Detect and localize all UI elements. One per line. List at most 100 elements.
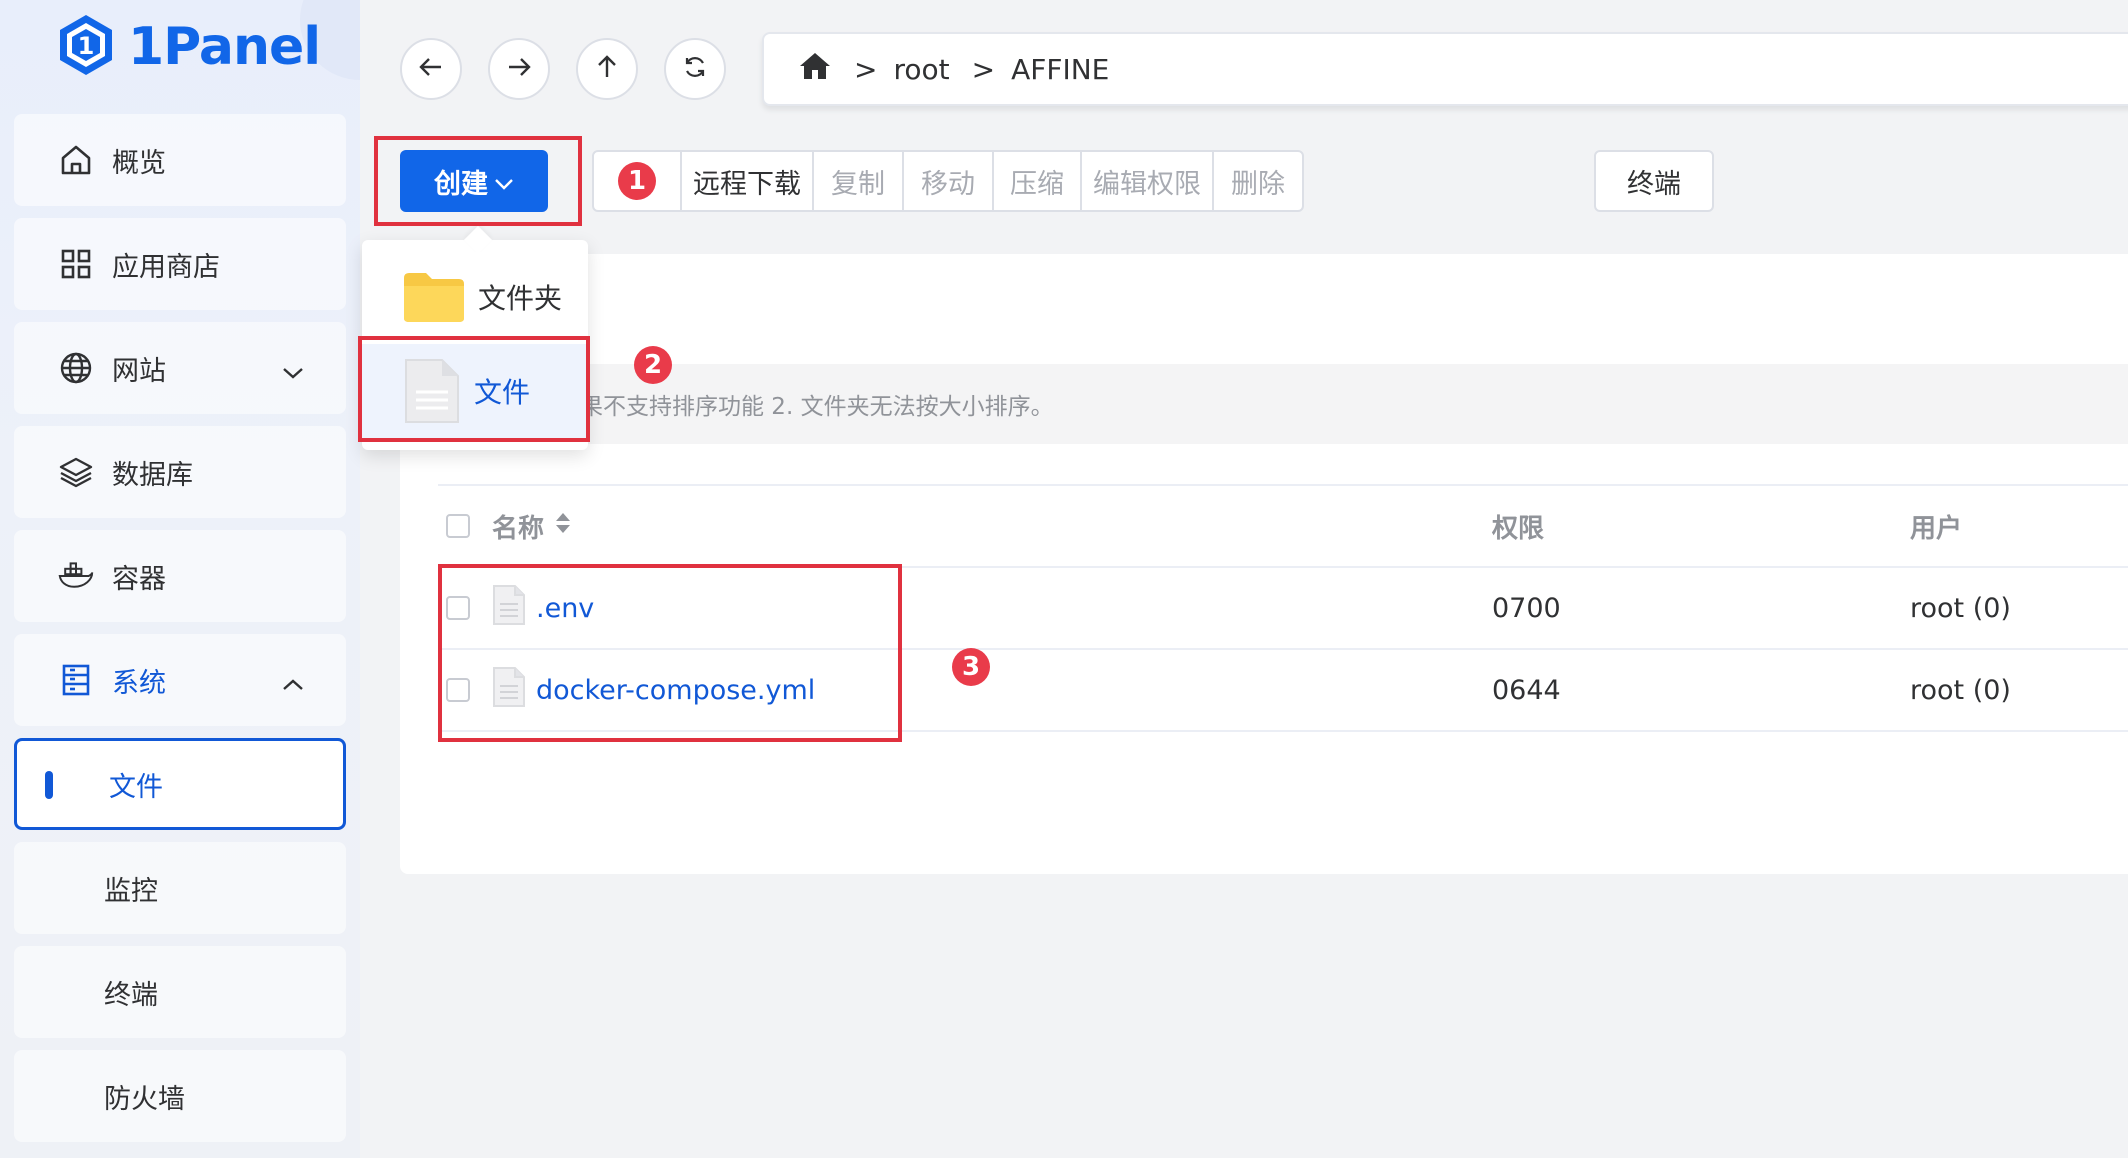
user-cell: root (0) [1910, 650, 2011, 730]
sidebar-item-system[interactable]: 系统 [14, 634, 346, 726]
permission-value: 0644 [1492, 674, 1561, 706]
sidebar-item-label: 防火墙 [104, 1083, 185, 1115]
sidebar-item-firewall[interactable]: 防火墙 [14, 1050, 346, 1142]
edit-permission-button[interactable]: 编辑权限 [1082, 152, 1214, 210]
sidebar-item-label: 网站 [112, 355, 166, 387]
sidebar-item-terminal[interactable]: 终端 [14, 946, 346, 1038]
annotation-badge: 1 [618, 162, 656, 200]
sidebar-item-files[interactable]: 文件 [14, 738, 346, 830]
sidebar-item-label: 容器 [112, 563, 166, 595]
row-checkbox-cell[interactable] [446, 568, 470, 648]
folder-icon [402, 270, 466, 324]
svg-text:1: 1 [78, 32, 95, 60]
terminal-button[interactable]: 终端 [1594, 150, 1714, 212]
create-file-label: 文件 [474, 376, 531, 409]
logo-icon: 1 [56, 13, 116, 81]
table-header: 名称 权限 用户 [438, 484, 2128, 568]
file-name-cell[interactable]: .env [492, 568, 594, 648]
sidebar-item-label: 应用商店 [112, 251, 220, 283]
file-icon [402, 356, 462, 426]
arrow-right-icon [506, 56, 532, 82]
toolbar-button-group: 传 远程下载 复制 移动 压缩 编辑权限 删除 [592, 150, 1304, 212]
arrow-up-icon [596, 54, 618, 84]
logo-text: 1Panel [128, 17, 321, 77]
notice-text: 索结果不支持排序功能 2. 文件夹无法按大小排序。 [534, 394, 1054, 420]
checkbox[interactable] [446, 678, 470, 702]
up-button[interactable] [576, 38, 638, 100]
back-button[interactable] [400, 38, 462, 100]
copy-button[interactable]: 复制 [814, 152, 904, 210]
edit-permission-label: 编辑权限 [1093, 168, 1201, 200]
compress-button[interactable]: 压缩 [994, 152, 1082, 210]
layers-icon [58, 454, 94, 490]
column-user-label: 用户 [1910, 513, 1963, 544]
column-user-header: 用户 [1910, 486, 1962, 566]
user-cell: root (0) [1910, 568, 2011, 648]
active-indicator [45, 771, 53, 799]
sidebar-item-label: 系统 [112, 667, 166, 699]
sidebar-item-overview[interactable]: 概览 [14, 114, 346, 206]
logo[interactable]: 1 1Panel [56, 12, 321, 82]
annotation-badge: 2 [634, 346, 672, 384]
create-button[interactable]: 创建 [400, 150, 548, 212]
table-row[interactable]: docker-compose.yml 0644 root (0) [438, 650, 2128, 732]
delete-label: 删除 [1231, 168, 1285, 200]
remote-download-label: 远程下载 [693, 168, 801, 200]
forward-button[interactable] [488, 38, 550, 100]
sidebar-item-label: 监控 [104, 875, 158, 907]
home-icon [58, 142, 94, 178]
create-file-item[interactable]: 文件 [362, 344, 588, 438]
file-name-link[interactable]: docker-compose.yml [536, 675, 815, 706]
refresh-button[interactable] [664, 38, 726, 100]
grid-icon [58, 246, 94, 282]
terminal-label: 终端 [1627, 168, 1681, 200]
table-row[interactable]: .env 0700 root (0) [438, 568, 2128, 650]
remote-download-button[interactable]: 远程下载 [682, 152, 814, 210]
user-value: root (0) [1910, 592, 2011, 624]
delete-button[interactable]: 删除 [1214, 152, 1302, 210]
sidebar-item-container[interactable]: 容器 [14, 530, 346, 622]
create-folder-item[interactable]: 文件夹 [362, 250, 588, 344]
home-icon[interactable] [798, 51, 832, 88]
column-permission-header: 权限 [1492, 486, 1544, 566]
file-name-link[interactable]: .env [536, 593, 594, 624]
copy-label: 复制 [831, 168, 885, 200]
sort-icon[interactable] [554, 511, 572, 542]
chevron-down-icon [282, 356, 304, 387]
checkbox[interactable] [446, 596, 470, 620]
sidebar-item-app-store[interactable]: 应用商店 [14, 218, 346, 310]
breadcrumb-root[interactable]: root [893, 53, 949, 86]
globe-icon [58, 350, 94, 386]
breadcrumb-affine[interactable]: AFFINE [1011, 53, 1109, 86]
sidebar-item-label: 概览 [112, 147, 166, 179]
sidebar-item-website[interactable]: 网站 [14, 322, 346, 414]
create-folder-label: 文件夹 [478, 282, 563, 315]
chevron-up-icon [282, 668, 304, 699]
create-label: 创建 [434, 168, 488, 200]
docker-icon [58, 558, 94, 594]
column-name-header[interactable]: 名称 [492, 486, 572, 566]
row-checkbox-cell[interactable] [446, 650, 470, 730]
move-label: 移动 [921, 168, 975, 200]
sidebar-item-label: 终端 [104, 979, 158, 1011]
breadcrumb-separator: > [971, 52, 996, 86]
breadcrumb-separator: > [854, 52, 878, 86]
annotation-badge: 3 [952, 648, 990, 686]
create-dropdown-menu: 文件夹 文件 [362, 225, 588, 450]
file-name-cell[interactable]: docker-compose.yml [492, 650, 815, 730]
user-value: root (0) [1910, 674, 2011, 706]
column-permission-label: 权限 [1492, 513, 1545, 544]
compress-label: 压缩 [1010, 168, 1064, 200]
permission-cell[interactable]: 0700 [1492, 568, 1561, 648]
permission-cell[interactable]: 0644 [1492, 650, 1561, 730]
select-all-checkbox[interactable] [446, 486, 470, 566]
refresh-icon [682, 54, 708, 84]
sidebar-item-monitor[interactable]: 监控 [14, 842, 346, 934]
column-name-label: 名称 [492, 513, 545, 544]
sidebar-item-database[interactable]: 数据库 [14, 426, 346, 518]
file-icon [492, 584, 526, 633]
file-icon [492, 666, 526, 715]
move-button[interactable]: 移动 [904, 152, 994, 210]
checkbox[interactable] [446, 514, 470, 538]
breadcrumb: > root > AFFINE [762, 32, 2128, 106]
